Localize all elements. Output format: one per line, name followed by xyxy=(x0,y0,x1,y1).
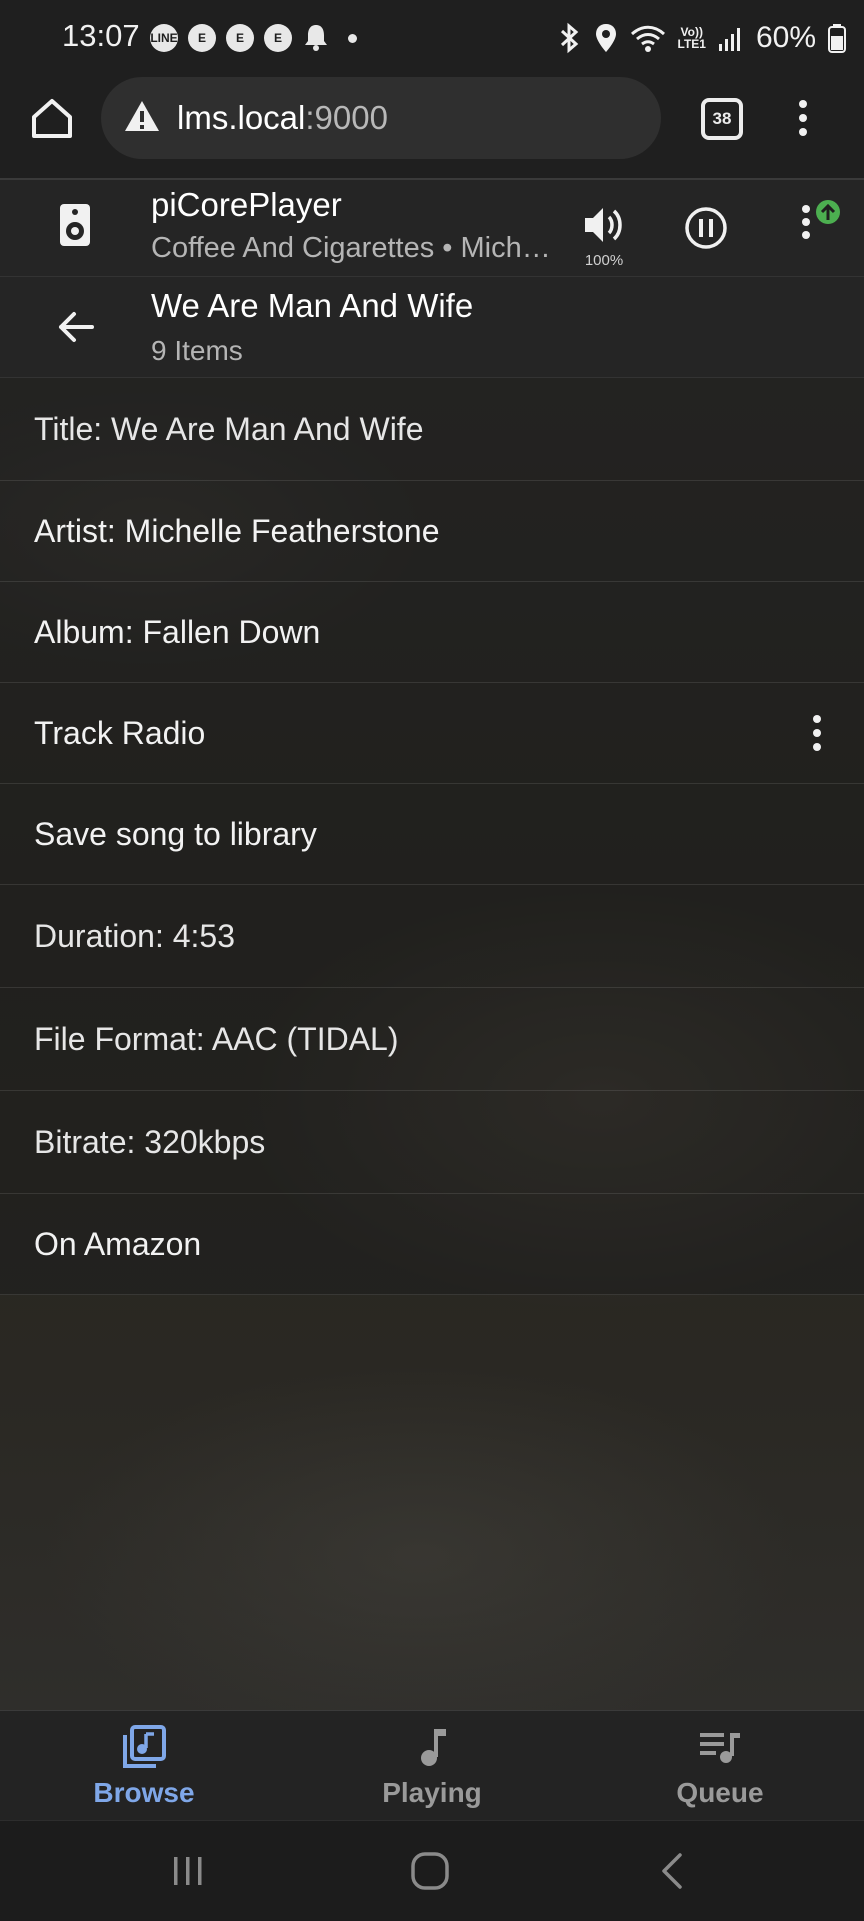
now-playing-text[interactable]: Coffee And Cigarettes • Michelle Feather… xyxy=(151,232,561,265)
list-item-artist[interactable]: Artist: Michelle Featherstone xyxy=(0,481,864,582)
e-badge-icon: E xyxy=(226,24,254,52)
recents-icon[interactable] xyxy=(170,1853,206,1889)
page-subtitle: 9 Items xyxy=(151,335,243,366)
e-badge-icon: E xyxy=(264,24,292,52)
bluetooth-icon xyxy=(560,22,578,54)
list-item-label: Duration: 4:53 xyxy=(34,917,236,954)
list-item-save-song[interactable]: Save song to library xyxy=(0,784,864,885)
list-item-label: Album: Fallen Down xyxy=(34,613,321,650)
page-title: We Are Man And Wife xyxy=(151,287,474,324)
library-music-icon xyxy=(123,1725,166,1768)
url-text[interactable]: lms.local:9000 xyxy=(177,99,388,137)
list-item-bitrate: Bitrate: 320kbps xyxy=(0,1091,864,1194)
nav-playing[interactable]: Playing xyxy=(288,1711,576,1820)
list-item-track-radio[interactable]: Track Radio xyxy=(0,683,864,784)
nav-browse-label: Browse xyxy=(93,1777,195,1808)
battery-icon xyxy=(828,24,846,53)
browser-menu-icon[interactable] xyxy=(795,98,811,138)
item-menu-icon[interactable] xyxy=(810,713,824,753)
home-icon[interactable] xyxy=(30,96,74,140)
player-name[interactable]: piCorePlayer xyxy=(151,186,342,224)
signal-icon xyxy=(718,28,740,51)
nav-playing-label: Playing xyxy=(382,1777,482,1808)
list-item-on-amazon[interactable]: On Amazon xyxy=(0,1194,864,1295)
list-item-label: Save song to library xyxy=(34,815,317,852)
battery-percent: 60% xyxy=(755,21,816,54)
list-item-label: Artist: Michelle Featherstone xyxy=(34,512,440,549)
list-item-file-format: File Format: AAC (TIDAL) xyxy=(0,988,864,1091)
volte-indicator: Vo)) LTE1 xyxy=(678,26,706,50)
system-navigation-bar xyxy=(0,1820,864,1921)
bottom-navigation: Browse Playing Queue xyxy=(0,1710,864,1820)
list-item-label: Bitrate: 320kbps xyxy=(34,1123,266,1160)
speaker-icon[interactable] xyxy=(58,202,92,248)
pause-icon[interactable] xyxy=(684,206,728,250)
back-button-icon[interactable] xyxy=(656,1851,688,1891)
tab-switcher-button[interactable]: 38 xyxy=(701,98,743,140)
status-time: 13:07 xyxy=(62,18,140,53)
status-right: Vo)) LTE1 60% xyxy=(558,18,846,58)
nav-browse[interactable]: Browse xyxy=(0,1711,288,1820)
location-icon xyxy=(595,24,616,52)
browser-toolbar: lms.local:9000 38 xyxy=(0,76,864,180)
volume-level: 100% xyxy=(584,252,624,269)
url-bar[interactable]: lms.local:9000 xyxy=(101,77,661,159)
bell-icon xyxy=(305,25,327,51)
list-item-label: Title: We Are Man And Wife xyxy=(34,410,424,447)
wifi-icon xyxy=(630,25,665,52)
queue-music-icon xyxy=(700,1733,740,1763)
more-notifications-dot xyxy=(348,34,357,43)
player-menu-icon[interactable] xyxy=(796,200,844,250)
music-note-icon xyxy=(421,1729,446,1766)
update-available-icon xyxy=(816,200,840,224)
warning-icon[interactable] xyxy=(123,99,161,133)
list-item-label: File Format: AAC (TIDAL) xyxy=(34,1020,399,1057)
url-host: lms.local xyxy=(177,99,306,136)
e-badge-icon: E xyxy=(188,24,216,52)
lte-label: LTE1 xyxy=(677,37,706,51)
page-header: We Are Man And Wife 9 Items xyxy=(0,277,864,378)
status-bar: 13:07 LINE E E E Vo)) LTE1 60% xyxy=(0,0,864,76)
list-item-album[interactable]: Album: Fallen Down xyxy=(0,582,864,683)
back-arrow-icon[interactable] xyxy=(56,307,96,347)
line-icon: LINE xyxy=(150,24,178,52)
volume-icon[interactable] xyxy=(582,204,626,246)
track-details-list: Title: We Are Man And Wife Artist: Miche… xyxy=(0,378,864,1710)
nav-queue[interactable]: Queue xyxy=(576,1711,864,1820)
home-button-icon[interactable] xyxy=(410,1851,450,1891)
nav-queue-label: Queue xyxy=(676,1777,764,1808)
list-item-label: On Amazon xyxy=(34,1225,202,1262)
list-item-duration: Duration: 4:53 xyxy=(0,885,864,988)
player-toolbar: piCorePlayer Coffee And Cigarettes • Mic… xyxy=(0,180,864,277)
list-item-label: Track Radio xyxy=(34,714,206,751)
url-port: :9000 xyxy=(305,99,388,136)
list-item-title: Title: We Are Man And Wife xyxy=(0,378,864,481)
